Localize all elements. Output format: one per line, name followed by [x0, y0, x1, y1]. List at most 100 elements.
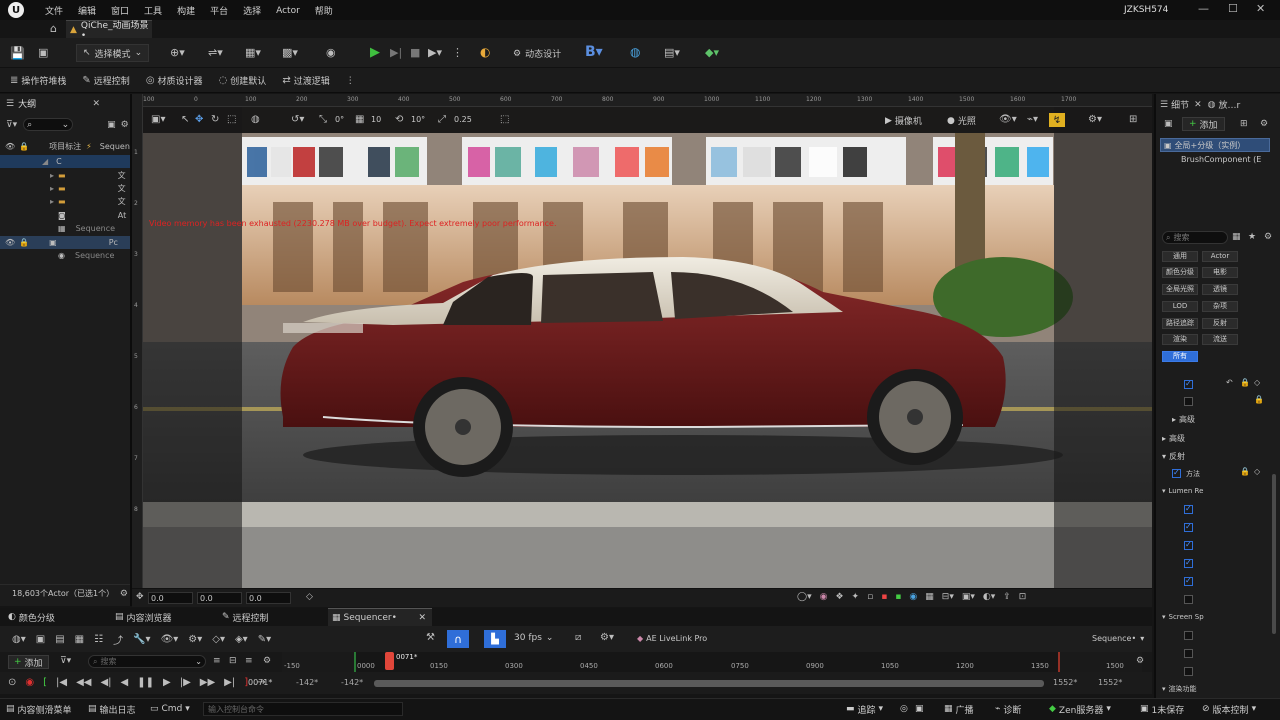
material-designer-button[interactable]: ◎ 材质设计器: [146, 74, 203, 87]
close-panel-icon[interactable]: ✕: [92, 99, 100, 109]
other-tab-label[interactable]: 放…r: [1219, 98, 1241, 111]
layout-icon[interactable]: ⊞: [1129, 114, 1137, 125]
next-key-icon[interactable]: ▶▶: [200, 677, 215, 688]
blueprint-icon[interactable]: ⇌▾: [208, 46, 223, 59]
details-scrollbar[interactable]: [1272, 474, 1276, 634]
add-component-button[interactable]: + 添加: [1182, 117, 1225, 131]
menu-tools[interactable]: 工具: [144, 4, 162, 17]
grid-icon[interactable]: ▦: [355, 114, 364, 125]
remote-control-button[interactable]: ✎ 远程控制: [82, 74, 129, 87]
filter-path-tracing[interactable]: 路径追踪: [1162, 318, 1198, 329]
property-checkbox[interactable]: [1184, 522, 1193, 532]
eye-icon[interactable]: 👁: [5, 238, 15, 247]
lock-icon[interactable]: 🔒: [1254, 395, 1264, 404]
outliner-row[interactable]: ▸ ▬ 文: [0, 195, 130, 208]
graph-icon[interactable]: ⧄: [575, 632, 581, 643]
console-input[interactable]: 输入控制台命令: [203, 702, 403, 716]
key-icon[interactable]: ◇▾: [212, 634, 225, 645]
filter-lod[interactable]: LOD: [1162, 301, 1198, 312]
livelink-button[interactable]: ◆ AE LiveLink Pro: [637, 634, 707, 643]
prev-frame-icon[interactable]: ◀|: [100, 677, 111, 688]
outliner-row[interactable]: ▸ ▬ 文: [0, 182, 130, 195]
save-icon[interactable]: ▣: [36, 634, 45, 645]
snap-magnet-icon[interactable]: ∩: [447, 630, 469, 648]
play-icon[interactable]: ▶: [370, 45, 380, 60]
equalize-icon[interactable]: ≡: [213, 656, 221, 666]
grid-size-value[interactable]: 10: [371, 115, 381, 124]
fps-selector[interactable]: 30 fps ⌄: [514, 633, 553, 643]
settings-icon[interactable]: ⚙: [120, 589, 128, 599]
key-all-icon[interactable]: ◈▾: [235, 634, 248, 645]
level-viewport[interactable]: ▣▾ ↖ ✥ ↻ ⬚ ◍ ↺▾ ⤡ 0° ▦ 10 ⟲ 10° ⤢ 0.25 ⬚…: [143, 107, 1152, 588]
property-checkbox[interactable]: [1184, 576, 1193, 586]
platform-icon[interactable]: ◐: [480, 45, 490, 59]
unsaved-button[interactable]: ▣ 1未保存: [1140, 699, 1184, 719]
operator-stack-button[interactable]: ≣ 操作符堆栈: [10, 74, 66, 87]
blueprint-b-icon[interactable]: B▾: [585, 44, 603, 60]
pause-icon[interactable]: ❚❚: [137, 677, 154, 688]
tab-sequencer[interactable]: ▦ Sequencer• ✕: [328, 608, 432, 626]
section-reflection[interactable]: ▾ 反射: [1162, 451, 1185, 462]
filter-icon[interactable]: ⊽▾: [6, 120, 17, 130]
settings-icon[interactable]: ◐▾: [983, 592, 995, 602]
play-icon[interactable]: ▶: [163, 677, 171, 688]
scale-snap-icon[interactable]: ⤢: [438, 114, 446, 125]
add-actor-icon[interactable]: ⊕▾: [170, 46, 185, 59]
source-control-icon[interactable]: ◆▾: [705, 46, 719, 59]
content-drawer-button[interactable]: ▤ 内容侧滑菜单: [6, 699, 72, 719]
eject-icon[interactable]: ▶▾: [428, 46, 442, 59]
menu-help[interactable]: 帮助: [315, 4, 333, 17]
scale-snap-value[interactable]: 0.25: [454, 115, 472, 124]
layout-icon[interactable]: ⊟▾: [942, 592, 954, 602]
dynamic-design-button[interactable]: ⚙ 动态设计: [513, 47, 561, 61]
world-icon[interactable]: ◍▾: [12, 634, 26, 645]
minimize-icon[interactable]: —: [1198, 2, 1209, 15]
timeline-scrollbar-thumb[interactable]: [374, 680, 1044, 687]
world-icon[interactable]: ◍: [251, 114, 260, 125]
package-icon[interactable]: ▤▾: [664, 46, 680, 59]
mode-selector[interactable]: ↖ 选择模式 ⌄: [76, 44, 150, 62]
outliner-row-selected[interactable]: 👁 🔒 ▣ Pc: [0, 236, 130, 249]
details-search[interactable]: ⌕ 搜索: [1162, 231, 1228, 244]
work-end-field[interactable]: 1552*: [1053, 678, 1077, 687]
viewport-menu-icon[interactable]: ▣▾: [151, 114, 165, 125]
rotate-icon[interactable]: ↻: [211, 114, 219, 125]
grid-snap-value[interactable]: 0°: [335, 115, 344, 124]
jump-start-icon[interactable]: |◀: [56, 677, 67, 688]
prev-key-icon[interactable]: ◀◀: [76, 677, 91, 688]
cinematics-icon[interactable]: ▦▾: [245, 46, 261, 59]
record-icon[interactable]: ⊙: [8, 677, 16, 688]
property-checkbox[interactable]: [1184, 379, 1193, 389]
filter-streaming[interactable]: 流送: [1202, 334, 1238, 345]
surface-snap-icon[interactable]: ↺▾: [291, 114, 304, 125]
timeline-scrollbar[interactable]: [374, 680, 1044, 687]
filter-lens[interactable]: 透镜: [1202, 284, 1238, 295]
camera-speed-icon[interactable]: ⬚: [500, 114, 509, 125]
property-checkbox[interactable]: [1184, 504, 1193, 514]
sequencer-search[interactable]: ⌕ 搜索 ⌄: [88, 655, 206, 668]
lock-icon[interactable]: 🔒: [1240, 378, 1250, 387]
document-tab[interactable]: ▲ QiChe_动画场景•: [66, 20, 152, 41]
settings-icon[interactable]: ⚙: [121, 120, 129, 130]
playhead[interactable]: [385, 652, 394, 670]
section-render-features[interactable]: ▾ 渲染功能: [1162, 684, 1197, 694]
cmd-selector[interactable]: ▭ Cmd ▾: [150, 699, 190, 719]
lock-icon[interactable]: 🔒: [19, 142, 29, 151]
transition-logic-button[interactable]: ⇄ 过渡逻辑: [282, 74, 329, 87]
pin-icon[interactable]: ⊡: [1019, 592, 1027, 602]
filter-rendering[interactable]: 渲染: [1162, 334, 1198, 345]
property-checkbox[interactable]: [1184, 558, 1193, 568]
blueprint-icon[interactable]: ⊞: [1240, 119, 1248, 129]
reset-icon[interactable]: ↶: [1226, 378, 1233, 387]
star-icon[interactable]: ★: [1248, 232, 1256, 242]
add-track-button[interactable]: + 添加: [8, 655, 49, 669]
property-checkbox[interactable]: [1172, 468, 1181, 478]
play-icon[interactable]: ▣▾: [962, 592, 975, 602]
property-checkbox[interactable]: [1184, 649, 1193, 658]
view-mode-icon[interactable]: ◯▾: [797, 592, 812, 602]
settings-icon[interactable]: ⚙: [1264, 232, 1272, 242]
more-icon[interactable]: ⋮: [346, 76, 355, 86]
add-folder-icon[interactable]: ▣: [107, 120, 116, 130]
output-log-button[interactable]: ▤ 输出日志: [88, 699, 136, 719]
section-screen-space[interactable]: ▾ Screen Sp: [1162, 613, 1204, 621]
